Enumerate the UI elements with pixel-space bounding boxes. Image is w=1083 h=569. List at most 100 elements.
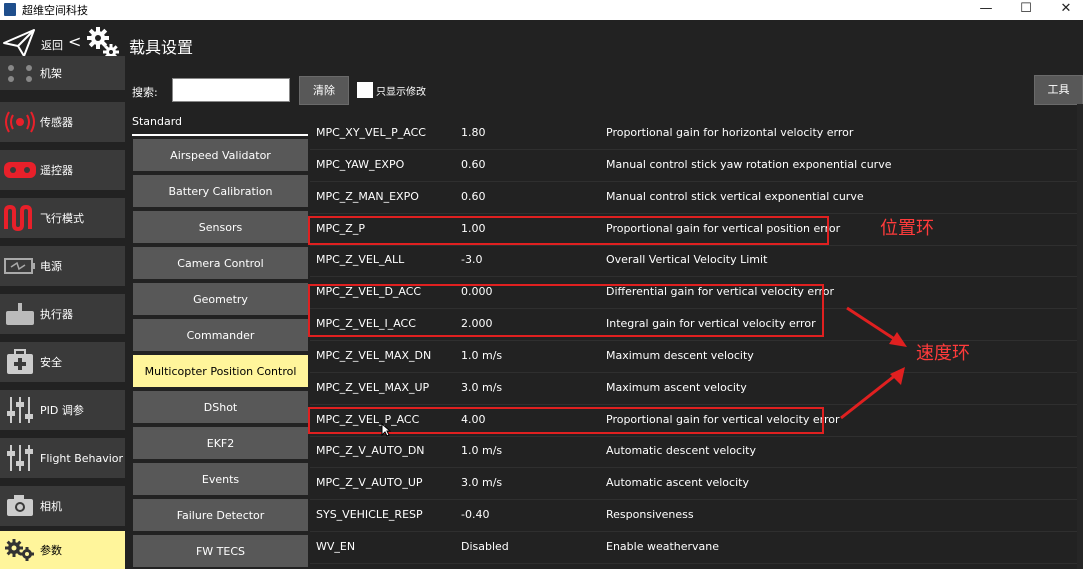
param-value: 3.0 m/s [461,476,503,489]
sidebar-item-airframe[interactable]: 机架 [0,56,125,90]
param-value: -3.0 [461,253,483,266]
mouse-cursor-icon [381,423,391,437]
param-row[interactable]: MPC_Z_VEL_MAX_UP 3.0 m/s Maximum ascent ve… [310,373,1083,405]
sidebar: 机架 传感器 遥控器 飞行模式 电源 执行器 安全 PID 调参 Flight … [0,56,126,569]
sidebar-item-label: Flight Behavior [40,451,124,465]
sidebar-item-safety[interactable]: 安全 [0,342,125,382]
sidebar-item-flight-behavior[interactable]: Flight Behavior [0,438,125,478]
annotation-arrows-icon [840,306,907,420]
group-camera-control[interactable]: Camera Control [133,247,308,279]
group-failure-detector[interactable]: Failure Detector [133,499,308,531]
search-input[interactable] [172,78,290,102]
param-name: MPC_YAW_EXPO [316,158,405,171]
param-row[interactable]: MPC_Z_MAN_EXPO 0.60 Manual control stick v… [310,182,1083,214]
sidebar-item-label: PID 调参 [40,404,84,417]
sidebar-item-pid-tuning[interactable]: PID 调参 [0,390,125,430]
annotation-position-loop: 位置环 [880,218,934,239]
param-description: Responsiveness [606,508,694,521]
group-fw-tecs[interactable]: FW TECS [133,535,308,567]
clear-button[interactable]: 清除 [299,76,349,105]
sidebar-item-power[interactable]: 电源 [0,246,125,286]
show-modified-checkbox[interactable] [357,82,373,98]
window-title: 超维空间科技 [22,4,88,17]
param-description: Automatic descent velocity [606,444,756,457]
param-value: 1.80 [461,126,486,139]
param-description: Manual control stick vertical exponentia… [606,190,864,203]
sidebar-item-label: 参数 [40,544,62,557]
battery-icon [0,257,40,275]
sidebar-item-label: 电源 [40,260,62,273]
sidebar-item-label: 传感器 [40,116,73,129]
param-value: 3.0 m/s [461,381,503,394]
group-events[interactable]: Events [133,463,308,495]
back-arrow-icon[interactable]: < [68,32,81,51]
group-airspeed-validator[interactable]: Airspeed Validator [133,139,308,171]
app-logo-icon [4,3,16,16]
group-multicopter-position-control[interactable]: Multicopter Position Control [133,355,308,387]
minimize-button[interactable]: — [966,0,1006,20]
airframe-icon [0,63,40,83]
param-name: MPC_XY_VEL_P_ACC [316,126,426,139]
app-header: 返回 < 载具设置 [0,20,1083,70]
param-name: MPC_Z_VEL_ALL [316,253,405,266]
flight-behavior-icon [0,443,40,473]
camera-icon [0,494,40,518]
sidebar-item-flight-modes[interactable]: 飞行模式 [0,198,125,238]
param-value: 0.60 [461,190,486,203]
maximize-button[interactable]: ☐ [1006,0,1046,20]
param-value: 0.60 [461,158,486,171]
window-titlebar: 超维空间科技 — ☐ ✕ [0,0,1083,20]
sidebar-item-label: 遥控器 [40,164,73,177]
group-battery-calibration[interactable]: Battery Calibration [133,175,308,207]
param-description: Manual control stick yaw rotation expone… [606,158,892,171]
group-ekf2[interactable]: EKF2 [133,427,308,459]
sidebar-item-camera[interactable]: 相机 [0,486,125,526]
param-value: -0.40 [461,508,490,521]
param-value: 1.0 m/s [461,349,503,362]
param-row[interactable]: MPC_Z_VEL_ALL -3.0 Overall Vertical Veloci… [310,245,1083,277]
sidebar-item-parameters[interactable]: 参数 [0,531,125,569]
param-name: MPC_Z_V_AUTO_DN [316,444,425,457]
back-button[interactable]: 返回 [41,37,63,53]
param-name: MPC_Z_VEL_MAX_DN [316,349,432,362]
tools-button[interactable]: 工具 [1034,75,1083,105]
param-value: 1.0 m/s [461,444,503,457]
highlight-box-position [308,216,829,245]
actuator-icon [0,301,40,327]
param-name: WV_EN [316,540,356,553]
annotation-velocity-loop: 速度环 [916,343,970,364]
param-row[interactable]: WV_EN Disabled Enable weathervane [310,532,1083,564]
close-button[interactable]: ✕ [1046,0,1083,20]
paper-plane-icon[interactable] [2,28,36,58]
sidebar-item-label: 安全 [40,356,62,369]
param-description: Automatic ascent velocity [606,476,749,489]
safety-icon [0,349,40,375]
param-list-scrollbar[interactable] [1077,104,1083,569]
param-name: MPC_Z_VEL_MAX_UP [316,381,430,394]
param-row[interactable]: MPC_Z_V_AUTO_UP 3.0 m/s Automatic ascent v… [310,468,1083,500]
page-title: 载具设置 [129,38,194,57]
sidebar-item-label: 飞行模式 [40,212,84,225]
flight-modes-icon [0,205,40,231]
param-row[interactable]: MPC_Z_V_AUTO_DN 1.0 m/s Automatic descent … [310,436,1083,468]
sidebar-item-sensors[interactable]: 传感器 [0,102,125,142]
param-name: MPC_Z_MAN_EXPO [316,190,419,203]
group-sensors[interactable]: Sensors [133,211,308,243]
param-row[interactable]: MPC_YAW_EXPO 0.60 Manual control stick yaw… [310,150,1083,182]
param-value: Disabled [461,540,509,553]
sidebar-item-actuators[interactable]: 执行器 [0,294,125,334]
param-row[interactable]: MPC_XY_VEL_P_ACC 1.80 Proportional gain fo… [310,118,1083,150]
sidebar-item-label: 相机 [40,500,62,513]
search-label: 搜索: [132,86,158,99]
param-row[interactable]: SYS_VEHICLE_RESP -0.40 Responsiveness [310,500,1083,532]
pid-tuning-icon [0,395,40,425]
sidebar-item-radio[interactable]: 遥控器 [0,150,125,190]
group-geometry[interactable]: Geometry [133,283,308,315]
param-name: MPC_Z_V_AUTO_UP [316,476,423,489]
sidebar-item-label: 机架 [40,67,62,80]
gears-icon [0,538,40,562]
group-dshot[interactable]: DShot [133,391,308,423]
param-description: Proportional gain for horizontal velocit… [606,126,854,139]
group-commander[interactable]: Commander [133,319,308,351]
param-description: Enable weathervane [606,540,720,553]
